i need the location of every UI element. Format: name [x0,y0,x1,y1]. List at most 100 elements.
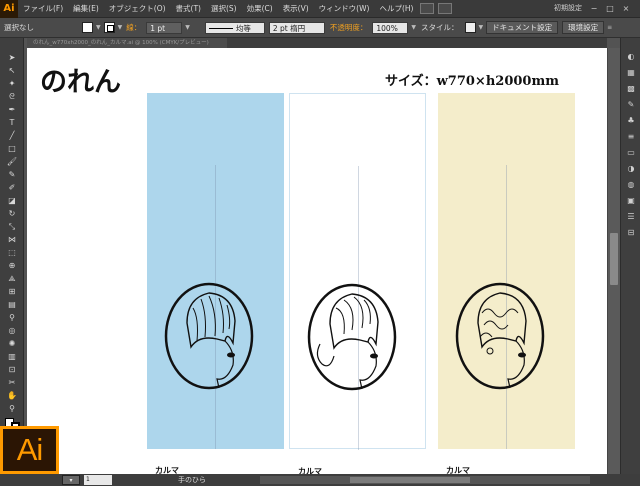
artboard-tool-icon[interactable]: ⊡ [4,364,20,376]
pen-tool-icon[interactable]: ✒ [4,104,20,116]
menu-window[interactable]: ウィンドウ(W) [314,3,375,14]
lasso-tool-icon[interactable]: ᘓ [4,91,20,103]
bridge-icon[interactable] [420,3,435,14]
hand-tool-icon[interactable]: ✋ [4,390,20,402]
preferences-button[interactable]: 環境設定 [562,21,605,34]
graph-tool-icon[interactable]: ▥ [4,351,20,363]
color-guide-panel-icon[interactable]: ▦ [625,68,637,78]
zoom-dropdown[interactable]: ▾ [62,475,80,485]
opacity-field[interactable]: 100% [372,21,409,34]
chevron-down-icon[interactable]: ▼ [96,24,101,31]
eraser-tool-icon[interactable]: ◪ [4,195,20,207]
portrait-illustration [164,282,254,390]
menu-help[interactable]: ヘルプ(H) [374,3,418,14]
arrange-documents-icon[interactable] [438,3,453,14]
zoom-tool-icon[interactable]: ⚲ [4,403,20,415]
workspace-switcher[interactable]: 初期設定 [554,3,582,13]
transparency-panel-icon[interactable]: ◑ [625,164,637,174]
brand-label: カルマ [155,466,179,474]
swatches-panel-icon[interactable]: ▩ [625,84,637,94]
brush-definition-select[interactable]: 2 pt 楕円 [268,21,325,34]
noren-panel-blue[interactable]: カルマ [147,93,284,474]
slice-tool-icon[interactable]: ✂ [4,377,20,389]
perspective-tool-icon[interactable]: ⟁ [4,273,20,285]
line-tool-icon[interactable]: ╱ [4,130,20,142]
stroke-profile-line-icon [208,28,233,29]
fill-swatch[interactable] [82,22,93,33]
stroke-weight-field[interactable]: 1 pt [146,21,183,34]
horizontal-scroll-thumb[interactable] [350,477,470,483]
stroke-panel-icon[interactable]: ≡ [625,132,637,142]
menu-effect[interactable]: 効果(C) [242,3,278,14]
gradient-panel-icon[interactable]: ▭ [625,148,637,158]
paintbrush-tool-icon[interactable]: 🖌 [4,156,20,168]
type-tool-icon[interactable]: T [4,117,20,129]
panel-dock: ◐ ▦ ▩ ✎ ♣ ≡ ▭ ◑ ◍ ▣ ☰ ⊟ [620,38,640,474]
document-tab-bar: のれん_w770xh2000_のれん_カルマ.ai @ 100% (CMYK/プ… [27,38,607,48]
noren-panel-white[interactable]: カルマ [289,93,426,474]
noren-panel-cream[interactable]: カルマ [438,93,575,474]
appearance-panel-icon[interactable]: ◍ [625,180,637,190]
menu-type[interactable]: 書式(T) [171,3,206,14]
brush-label: 2 pt 楕円 [272,23,306,33]
graphic-style-swatch[interactable] [464,22,476,33]
chevron-down-icon[interactable]: ▼ [479,24,484,31]
scale-tool-icon[interactable]: ⤡ [4,221,20,233]
pencil-tool-icon[interactable]: ✎ [4,169,20,181]
minimize-button[interactable]: − [589,4,599,14]
symbols-panel-icon[interactable]: ♣ [625,116,637,126]
artboard-canvas[interactable]: のれん サイズ：w770×h2000mm カルマ カルマ カルマ [27,48,607,474]
menu-file[interactable]: ファイル(F) [18,3,68,14]
stroke-swatch[interactable] [103,22,115,33]
brand-label: カルマ [446,466,470,474]
chevron-down-icon[interactable]: ▼ [185,24,190,31]
color-panel-icon[interactable]: ◐ [625,52,637,62]
mesh-tool-icon[interactable]: ⊞ [4,286,20,298]
stroke-label[interactable]: 線： [123,22,144,33]
vertical-scrollbar[interactable] [607,48,620,474]
symbol-sprayer-tool-icon[interactable]: ✺ [4,338,20,350]
opacity-label[interactable]: 不透明度： [327,22,371,33]
eyedropper-tool-icon[interactable]: ⚲ [4,312,20,324]
menu-view[interactable]: 表示(V) [278,3,314,14]
menu-select[interactable]: 選択(S) [206,3,242,14]
free-transform-tool-icon[interactable]: ⬚ [4,247,20,259]
document-setup-button[interactable]: ドキュメント設定 [486,21,559,34]
status-bar: ▾ 1 手のひら [0,474,640,486]
artwork-size-label: サイズ：w770×h2000mm [385,74,559,89]
artboards-panel-icon[interactable]: ⊟ [625,228,637,238]
horizontal-scrollbar[interactable] [260,476,590,484]
close-button[interactable]: × [621,4,631,14]
magic-wand-tool-icon[interactable]: ✦ [4,78,20,90]
shape-builder-tool-icon[interactable]: ⊕ [4,260,20,272]
panel-menu-icon[interactable]: ≡ [607,24,612,31]
chevron-down-icon[interactable]: ▼ [118,24,123,31]
stroke-profile-select[interactable]: 均等 [204,21,265,34]
rectangle-tool-icon[interactable]: □ [4,143,20,155]
stroke-profile-label: 均等 [235,23,251,33]
maximize-button[interactable]: □ [605,4,615,14]
portrait-illustration [455,282,545,390]
layers-panel-icon[interactable]: ☰ [625,212,637,222]
width-tool-icon[interactable]: ⋈ [4,234,20,246]
brushes-panel-icon[interactable]: ✎ [625,100,637,110]
document-tab[interactable]: のれん_w770xh2000_のれん_カルマ.ai @ 100% (CMYK/プ… [27,38,227,48]
gradient-tool-icon[interactable]: ▤ [4,299,20,311]
direct-selection-tool-icon[interactable]: ↖ [4,65,20,77]
tools-panel: ➤ ↖ ✦ ᘓ ✒ T ╱ □ 🖌 ✎ ✐ ◪ ↻ ⤡ ⋈ ⬚ ⊕ ⟁ ⊞ ▤ … [0,38,24,474]
menu-object[interactable]: オブジェクト(O) [104,3,171,14]
blob-brush-tool-icon[interactable]: ✐ [4,182,20,194]
rotate-tool-icon[interactable]: ↻ [4,208,20,220]
chevron-down-icon[interactable]: ▼ [411,24,416,31]
app-logo: Ai [0,0,18,18]
portrait-illustration [307,283,397,391]
menu-edit[interactable]: 編集(E) [68,3,104,14]
artwork-title: のれん [40,67,121,98]
current-tool-status: 手のひら [178,476,206,484]
style-label: スタイル： [421,23,459,32]
blend-tool-icon[interactable]: ◎ [4,325,20,337]
graphic-styles-panel-icon[interactable]: ▣ [625,196,637,206]
vertical-scroll-thumb[interactable] [610,233,618,285]
artboard-number-field[interactable]: 1 [84,475,112,485]
selection-tool-icon[interactable]: ➤ [4,52,20,64]
